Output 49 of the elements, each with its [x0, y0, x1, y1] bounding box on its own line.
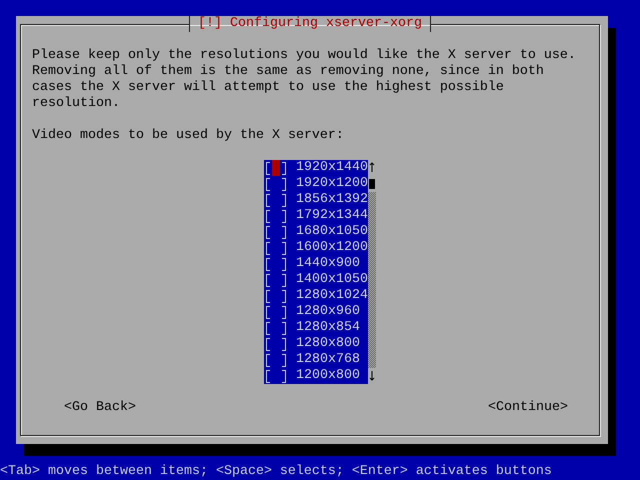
- mode-label: 1280x1024: [296, 288, 368, 304]
- mode-label: 1856x1392: [296, 192, 368, 208]
- continue-button[interactable]: <Continue>: [488, 400, 568, 416]
- description-text: Please keep only the resolutions you would like the X server to use. Removing all of them is the same as removing none, since in both cases the X server will attempt to use the highest possible resolution.: [32, 48, 577, 112]
- mode-label: 1680x1050: [296, 224, 368, 240]
- mode-list-item[interactable]: 1680x1050: [264, 224, 368, 240]
- mode-list-item[interactable]: 1200x800: [264, 368, 368, 384]
- mode-list-item[interactable]: 1440x900: [264, 256, 368, 272]
- checkbox[interactable]: [264, 288, 288, 304]
- mode-label: 1920x1440: [296, 160, 368, 176]
- mode-label: 1200x800: [296, 368, 360, 384]
- checkbox[interactable]: [264, 208, 288, 224]
- mode-list-item[interactable]: 1856x1392: [264, 192, 368, 208]
- mode-label: 1792x1344: [296, 208, 368, 224]
- mode-label: 1600x1200: [296, 240, 368, 256]
- checkbox[interactable]: [264, 320, 288, 336]
- mode-list-item[interactable]: 1280x854: [264, 320, 368, 336]
- mode-list-item[interactable]: 1400x1050: [264, 272, 368, 288]
- mode-list-item[interactable]: 1280x768: [264, 352, 368, 368]
- mode-list-item[interactable]: 1920x1200: [264, 176, 368, 192]
- checkbox[interactable]: [264, 336, 288, 352]
- scroll-thumb[interactable]: [369, 179, 375, 189]
- checkbox[interactable]: [264, 224, 288, 240]
- checkbox[interactable]: [264, 352, 288, 368]
- prompt-text: Video modes to be used by the X server:: [32, 128, 345, 144]
- checkbox[interactable]: [264, 304, 288, 320]
- mode-list-item[interactable]: 1280x800: [264, 336, 368, 352]
- mode-label: 1280x960: [296, 304, 360, 320]
- checkbox[interactable]: [264, 240, 288, 256]
- mode-label: 1400x1050: [296, 272, 368, 288]
- mode-list-item[interactable]: 1600x1200: [264, 240, 368, 256]
- mode-label: 1280x854: [296, 320, 360, 336]
- mode-list-item[interactable]: 1280x1024: [264, 288, 368, 304]
- mode-list-item[interactable]: 1792x1344: [264, 208, 368, 224]
- mode-list-item[interactable]: 1920x1440: [264, 160, 368, 176]
- mode-label: 1280x800: [296, 336, 360, 352]
- checkbox[interactable]: [264, 256, 288, 272]
- go-back-button[interactable]: <Go Back>: [64, 400, 136, 416]
- checkbox[interactable]: [264, 176, 288, 192]
- mode-label: 1440x900: [296, 256, 360, 272]
- checkbox[interactable]: [264, 160, 288, 176]
- checkbox[interactable]: [264, 272, 288, 288]
- mode-list-item[interactable]: 1280x960: [264, 304, 368, 320]
- mode-label: 1920x1200: [296, 176, 368, 192]
- checkbox[interactable]: [264, 192, 288, 208]
- status-bar-text: <Tab> moves between items; <Space> selects; <Enter> activates buttons: [0, 464, 553, 480]
- dialog-title: [!] Configuring xserver-xorg: [189, 16, 431, 32]
- mode-label: 1280x768: [296, 352, 360, 368]
- checkbox[interactable]: [264, 368, 288, 384]
